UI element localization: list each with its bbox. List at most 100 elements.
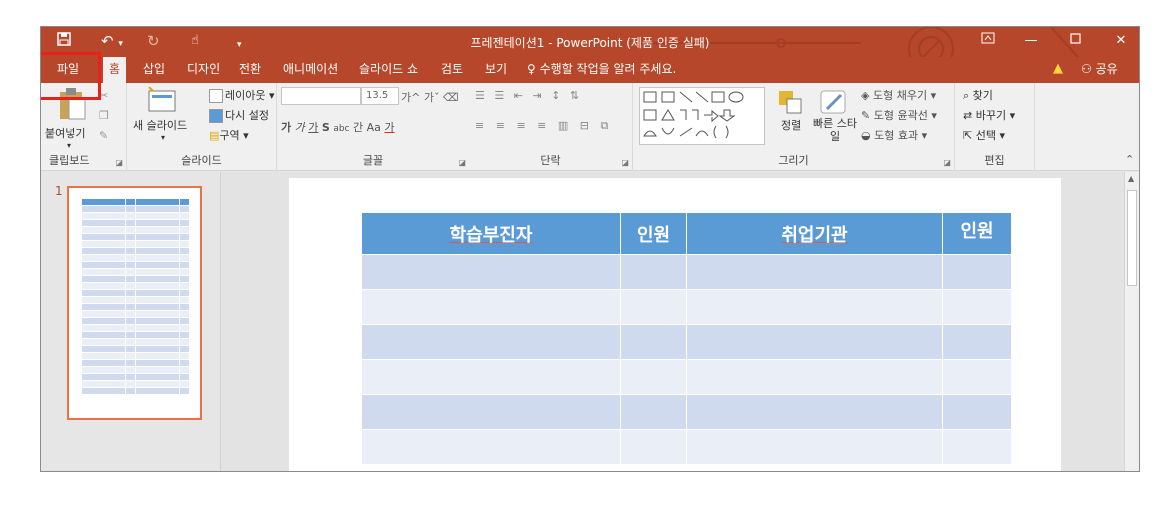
font-color-button[interactable]: 가 bbox=[384, 121, 394, 134]
slide-canvas[interactable]: 학습부진자 인원 취업기관 인원 bbox=[289, 178, 1061, 471]
close-icon[interactable]: ✕ bbox=[1109, 30, 1133, 52]
scrollbar-thumb[interactable] bbox=[1127, 190, 1137, 286]
tab-transitions[interactable]: 전환 bbox=[233, 57, 267, 83]
table-cell[interactable] bbox=[686, 254, 943, 290]
table-cell[interactable] bbox=[620, 429, 687, 465]
font-launcher-icon[interactable]: ◪ bbox=[458, 158, 466, 167]
table-cell[interactable] bbox=[361, 254, 621, 290]
arrange-button[interactable]: 정렬 bbox=[781, 117, 801, 133]
slide-table[interactable]: 학습부진자 인원 취업기관 인원 bbox=[361, 212, 1012, 465]
paste-button[interactable]: 붙여넣기 bbox=[45, 125, 85, 141]
header-cell-count-2[interactable]: 인원 bbox=[942, 212, 1012, 255]
minimize-icon[interactable]: — bbox=[1019, 30, 1043, 52]
clear-format-icon[interactable]: ⌫ bbox=[443, 91, 459, 104]
font-name-field[interactable] bbox=[281, 87, 361, 105]
table-cell[interactable] bbox=[620, 394, 687, 430]
numbering-icon[interactable]: ☰ bbox=[494, 89, 507, 102]
align-left-icon[interactable]: ≡ bbox=[475, 119, 488, 132]
table-cell[interactable] bbox=[686, 289, 943, 325]
table-cell[interactable] bbox=[361, 289, 621, 325]
bold-button[interactable]: 가 bbox=[281, 121, 291, 134]
grow-font-icon[interactable]: 가^ bbox=[401, 91, 420, 104]
table-cell[interactable] bbox=[942, 429, 1012, 465]
table-cell[interactable] bbox=[620, 324, 687, 360]
table-cell[interactable] bbox=[620, 289, 687, 325]
arrange-icon[interactable] bbox=[777, 89, 803, 118]
share-button[interactable]: ⚇ 공유 bbox=[1075, 57, 1124, 83]
font-size-field[interactable]: 13.5 bbox=[361, 87, 399, 105]
underline-button[interactable]: 가 bbox=[308, 121, 318, 134]
new-slide-icon[interactable] bbox=[147, 86, 177, 116]
table-cell[interactable] bbox=[361, 394, 621, 430]
format-painter-icon[interactable]: ✎ bbox=[99, 129, 108, 142]
copy-icon[interactable]: ❐ bbox=[99, 109, 109, 122]
align-text-icon[interactable]: ⊟ bbox=[580, 119, 593, 132]
quick-styles-button[interactable]: 빠른 스타일 bbox=[809, 117, 861, 143]
layout-button[interactable]: 레이아웃 ▾ bbox=[209, 87, 275, 103]
tab-design[interactable]: 디자인 bbox=[181, 57, 226, 83]
table-cell[interactable] bbox=[620, 359, 687, 395]
section-button[interactable]: ▤구역 ▾ bbox=[209, 127, 249, 143]
slide-thumbnail[interactable] bbox=[67, 186, 202, 420]
paste-dropdown-icon[interactable]: ▾ bbox=[67, 141, 71, 150]
header-cell-learner[interactable]: 학습부진자 bbox=[361, 212, 621, 255]
shadow-button[interactable]: S bbox=[322, 121, 330, 134]
tab-view[interactable]: 보기 bbox=[479, 57, 513, 83]
ribbon-display-icon[interactable] bbox=[976, 30, 1000, 52]
maximize-icon[interactable] bbox=[1063, 30, 1087, 52]
increase-indent-icon[interactable]: ⇥ bbox=[532, 89, 544, 102]
header-cell-count-1[interactable]: 인원 bbox=[620, 212, 687, 255]
strikethrough-icon[interactable]: abc bbox=[333, 124, 349, 134]
table-cell[interactable] bbox=[361, 359, 621, 395]
tab-animations[interactable]: 애니메이션 bbox=[277, 57, 344, 83]
italic-button[interactable]: 가 bbox=[295, 121, 305, 134]
justify-icon[interactable]: ≡ bbox=[537, 119, 550, 132]
table-cell[interactable] bbox=[686, 394, 943, 430]
change-case-button[interactable]: Aa bbox=[367, 121, 381, 134]
text-direction-icon[interactable]: ⇅ bbox=[570, 89, 582, 102]
table-cell[interactable] bbox=[942, 394, 1012, 430]
table-cell[interactable] bbox=[361, 324, 621, 360]
align-center-icon[interactable]: ≡ bbox=[496, 119, 509, 132]
char-spacing-button[interactable]: 간 bbox=[353, 121, 363, 134]
tab-review[interactable]: 검토 bbox=[435, 57, 469, 83]
collapse-ribbon-icon[interactable]: ⌃ bbox=[1125, 153, 1134, 166]
find-button[interactable]: ⌕ 찾기 bbox=[963, 87, 993, 103]
tab-insert[interactable]: 삽입 bbox=[137, 57, 171, 83]
table-cell[interactable] bbox=[361, 429, 621, 465]
new-slide-button[interactable]: 새 슬라이드 bbox=[133, 117, 187, 133]
drawing-launcher-icon[interactable]: ◪ bbox=[943, 158, 951, 167]
table-cell[interactable] bbox=[942, 324, 1012, 360]
vertical-scrollbar[interactable]: ▲ bbox=[1124, 172, 1139, 471]
shape-outline-button[interactable]: ✎ 도형 윤곽선 ▾ bbox=[861, 107, 937, 123]
tell-me-box[interactable]: ♀ 수행할 작업을 알려 주세요. bbox=[521, 57, 682, 83]
table-cell[interactable] bbox=[686, 359, 943, 395]
shrink-font-icon[interactable]: 가ˇ bbox=[424, 91, 440, 104]
bullets-icon[interactable]: ☰ bbox=[475, 89, 488, 102]
tab-home[interactable]: 홈 bbox=[103, 57, 127, 83]
smartart-icon[interactable]: ⧉ bbox=[601, 119, 613, 132]
table-cell[interactable] bbox=[942, 289, 1012, 325]
decrease-indent-icon[interactable]: ⇤ bbox=[514, 89, 526, 102]
columns-icon[interactable]: ▥ bbox=[558, 119, 572, 132]
new-slide-dropdown-icon[interactable]: ▾ bbox=[161, 133, 165, 142]
table-cell[interactable] bbox=[686, 429, 943, 465]
table-cell[interactable] bbox=[942, 254, 1012, 290]
shapes-gallery[interactable] bbox=[639, 87, 765, 145]
warning-icon[interactable]: ▲ bbox=[1047, 57, 1069, 83]
align-right-icon[interactable]: ≡ bbox=[516, 119, 529, 132]
header-cell-employer[interactable]: 취업기관 bbox=[686, 212, 943, 255]
table-cell[interactable] bbox=[942, 359, 1012, 395]
shape-effects-button[interactable]: ◒ 도형 효과 ▾ bbox=[861, 127, 927, 143]
shape-fill-button[interactable]: ◈ 도형 채우기 ▾ bbox=[861, 87, 936, 103]
replace-button[interactable]: ⇄ 바꾸기 ▾ bbox=[963, 107, 1015, 123]
table-cell[interactable] bbox=[620, 254, 687, 290]
scroll-up-icon[interactable]: ▲ bbox=[1128, 174, 1134, 183]
quick-styles-icon[interactable] bbox=[819, 87, 849, 120]
select-button[interactable]: ⇱ 선택 ▾ bbox=[963, 127, 1005, 143]
clipboard-launcher-icon[interactable]: ◪ bbox=[115, 158, 123, 167]
line-spacing-icon[interactable]: ↕ bbox=[551, 89, 563, 102]
table-cell[interactable] bbox=[686, 324, 943, 360]
reset-button[interactable]: 다시 설정 bbox=[209, 107, 269, 123]
paragraph-launcher-icon[interactable]: ◪ bbox=[621, 158, 629, 167]
